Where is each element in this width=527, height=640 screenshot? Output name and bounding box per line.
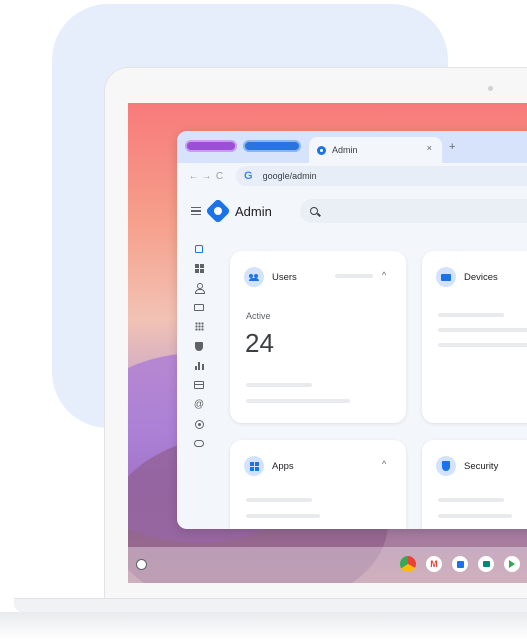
calendar-icon[interactable] — [452, 556, 468, 572]
play-store-icon[interactable] — [504, 556, 520, 572]
sidebar-item-reports[interactable] — [177, 356, 221, 376]
reports-chart-icon — [194, 361, 204, 371]
devices-icon — [194, 303, 204, 311]
placeholder-bar — [246, 399, 350, 403]
storage-cloud-icon — [194, 440, 204, 448]
apps-icon — [244, 456, 264, 476]
omnibox-url: google/admin — [262, 171, 317, 181]
meet-icon[interactable] — [478, 556, 494, 572]
search-input[interactable] — [299, 199, 527, 223]
sidebar-item-devices[interactable] — [177, 298, 221, 318]
admin-favicon-icon — [317, 145, 326, 155]
sidebar-item-users[interactable] — [177, 278, 221, 298]
rules-target-icon — [194, 419, 204, 429]
google-logo-icon: G — [244, 170, 253, 182]
tab-strip: Admin × + — [177, 131, 527, 163]
devices-card[interactable]: Devices — [422, 251, 527, 423]
app-title: Admin — [235, 203, 272, 219]
active-label: Active — [246, 311, 271, 321]
chevron-up-icon[interactable]: ^ — [382, 459, 386, 469]
placeholder-bar — [438, 343, 527, 347]
tab-admin[interactable]: Admin × — [309, 137, 442, 163]
billing-card-icon — [194, 381, 204, 390]
browser-window: Admin × + ← → C G google/admin Admin @ U… — [177, 131, 527, 529]
apps-card[interactable]: Apps ^ — [230, 440, 406, 529]
laptop-base — [14, 598, 527, 612]
placeholder-bar — [246, 514, 320, 518]
sidebar-item-billing[interactable] — [177, 376, 221, 396]
placeholder-bar — [246, 498, 312, 502]
dashboard-grid-icon — [194, 263, 204, 273]
users-icon — [244, 267, 264, 287]
sidebar-item-account[interactable]: @ — [177, 395, 221, 415]
launcher-icon[interactable] — [136, 559, 147, 570]
placeholder-bar — [438, 313, 504, 317]
laptop-shadow — [0, 612, 527, 640]
tab-title: Admin — [332, 145, 358, 155]
security-shield-icon — [195, 341, 203, 351]
tab-group-blue[interactable] — [243, 140, 301, 152]
tab-group-purple[interactable] — [185, 140, 237, 152]
user-icon — [195, 283, 205, 295]
camera-dot — [488, 86, 493, 91]
placeholder-bar — [438, 328, 527, 332]
sidebar-item-security[interactable] — [177, 337, 221, 357]
sidebar-item-dashboard[interactable] — [177, 259, 221, 279]
devices-icon — [436, 267, 456, 287]
address-bar: ← → C G google/admin — [177, 163, 527, 189]
placeholder-bar — [335, 274, 373, 278]
hamburger-menu-icon[interactable] — [191, 207, 201, 215]
new-tab-button[interactable]: + — [449, 141, 455, 153]
account-at-icon: @ — [193, 399, 205, 411]
security-card[interactable]: Security — [422, 440, 527, 529]
security-icon — [436, 456, 456, 476]
devices-card-title: Devices — [464, 271, 498, 283]
active-count: 24 — [245, 328, 274, 358]
apps-card-title: Apps — [272, 460, 294, 472]
sidebar-item-home[interactable] — [177, 239, 221, 259]
security-card-title: Security — [464, 460, 499, 472]
reload-icon[interactable]: C — [213, 171, 226, 182]
sidebar-item-storage[interactable] — [177, 434, 221, 454]
laptop-screen: Admin × + ← → C G google/admin Admin @ U… — [128, 103, 527, 583]
placeholder-bar — [438, 514, 512, 518]
home-icon — [195, 244, 203, 253]
forward-icon[interactable]: → — [200, 171, 213, 182]
admin-logo-icon — [205, 198, 231, 224]
omnibox[interactable]: G google/admin — [236, 166, 527, 186]
shelf: M — [128, 547, 527, 583]
side-rail: @ — [177, 239, 221, 454]
sidebar-item-rules[interactable] — [177, 415, 221, 435]
users-card-title: Users — [272, 271, 297, 283]
search-icon — [309, 207, 318, 215]
chrome-icon[interactable] — [400, 556, 416, 572]
apps-dots-icon — [194, 322, 204, 332]
gmail-icon[interactable]: M — [426, 556, 442, 572]
back-icon[interactable]: ← — [187, 171, 200, 182]
sidebar-item-apps[interactable] — [177, 317, 221, 337]
placeholder-bar — [246, 383, 312, 387]
close-icon[interactable]: × — [427, 143, 432, 153]
placeholder-bar — [438, 498, 504, 502]
chevron-up-icon[interactable]: ^ — [382, 270, 386, 280]
app-header: Admin — [177, 191, 527, 231]
stage: Admin × + ← → C G google/admin Admin @ U… — [0, 0, 527, 640]
users-card[interactable]: Users ^ Active 24 — [230, 251, 406, 423]
